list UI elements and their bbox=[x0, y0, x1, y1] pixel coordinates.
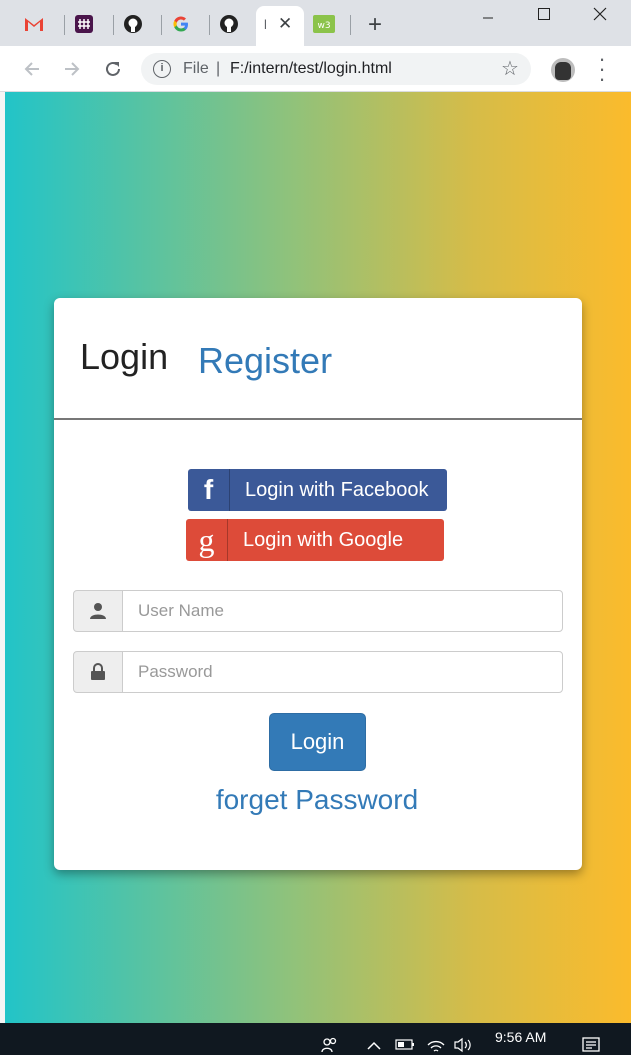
forget-password-link[interactable]: forget Password bbox=[54, 784, 580, 816]
google-login-button[interactable]: g Login with Google bbox=[186, 519, 444, 561]
reload-button[interactable] bbox=[100, 56, 126, 82]
slack-icon[interactable] bbox=[72, 12, 96, 36]
lock-icon bbox=[73, 651, 123, 693]
arrow-right-icon bbox=[65, 62, 80, 76]
tab-login[interactable]: Login bbox=[80, 336, 168, 378]
scheme-label: File bbox=[183, 60, 209, 77]
reload-icon bbox=[106, 61, 120, 76]
tab-strip: l ✕ w3 + bbox=[0, 0, 631, 46]
github-icon[interactable] bbox=[217, 12, 241, 36]
tab-active-login[interactable]: l ✕ bbox=[256, 6, 304, 46]
card-header: Login Register bbox=[54, 298, 582, 420]
password-input[interactable] bbox=[122, 651, 563, 693]
google-plus-icon: g bbox=[186, 519, 228, 561]
clock-time[interactable]: 9:56 AM bbox=[495, 1029, 546, 1045]
menu-icon[interactable]: · · · bbox=[594, 48, 610, 90]
notification-icon[interactable] bbox=[582, 1037, 602, 1055]
tab-separator bbox=[350, 15, 351, 35]
facebook-login-button[interactable]: f Login with Facebook bbox=[188, 469, 447, 511]
people-icon[interactable] bbox=[321, 1037, 339, 1055]
user-icon bbox=[73, 590, 123, 632]
profile-avatar[interactable] bbox=[551, 58, 575, 82]
bookmark-star-icon[interactable]: ☆ bbox=[501, 56, 519, 81]
gmail-icon[interactable] bbox=[22, 12, 46, 36]
tab-separator bbox=[113, 15, 114, 35]
volume-icon[interactable] bbox=[453, 1037, 473, 1055]
login-card: Login Register f Login with Facebook g L… bbox=[54, 298, 582, 870]
github-icon[interactable] bbox=[121, 12, 145, 36]
svg-text:w3: w3 bbox=[317, 21, 330, 31]
address-bar[interactable]: i File | F:/intern/test/login.html ☆ bbox=[141, 53, 531, 85]
windows-taskbar: 9:56 AM bbox=[0, 1023, 631, 1055]
forward-button[interactable] bbox=[59, 56, 85, 82]
facebook-login-label: Login with Facebook bbox=[245, 479, 429, 501]
battery-icon[interactable] bbox=[394, 1037, 416, 1055]
close-window-button[interactable] bbox=[580, 2, 620, 26]
tab-separator bbox=[209, 15, 210, 35]
wifi-icon[interactable] bbox=[427, 1037, 445, 1055]
tab-separator bbox=[64, 15, 65, 35]
tab-separator bbox=[161, 15, 162, 35]
w3schools-icon[interactable]: w3 bbox=[312, 12, 336, 36]
info-icon[interactable]: i bbox=[153, 60, 171, 78]
minimize-button[interactable] bbox=[468, 2, 508, 26]
password-group bbox=[73, 651, 563, 693]
url-text[interactable]: F:/intern/test/login.html bbox=[230, 60, 392, 78]
login-button[interactable]: Login bbox=[269, 713, 366, 771]
page-background: Login Register f Login with Facebook g L… bbox=[5, 92, 631, 1023]
google-login-label: Login with Google bbox=[243, 529, 404, 551]
google-icon[interactable] bbox=[169, 12, 193, 36]
tab-title: l bbox=[264, 17, 267, 32]
browser-toolbar: i File | F:/intern/test/login.html ☆ · · · bbox=[0, 46, 631, 92]
close-icon[interactable]: ✕ bbox=[278, 14, 292, 34]
chevron-up-icon[interactable] bbox=[367, 1037, 381, 1055]
username-group bbox=[73, 590, 563, 632]
facebook-icon: f bbox=[188, 469, 230, 511]
scheme-separator: | bbox=[216, 60, 221, 77]
arrow-left-icon bbox=[24, 62, 39, 76]
back-button[interactable] bbox=[19, 56, 45, 82]
maximize-button[interactable] bbox=[524, 2, 564, 26]
tab-register[interactable]: Register bbox=[198, 340, 332, 382]
username-input[interactable] bbox=[122, 590, 563, 632]
new-tab-button[interactable]: + bbox=[368, 11, 382, 39]
